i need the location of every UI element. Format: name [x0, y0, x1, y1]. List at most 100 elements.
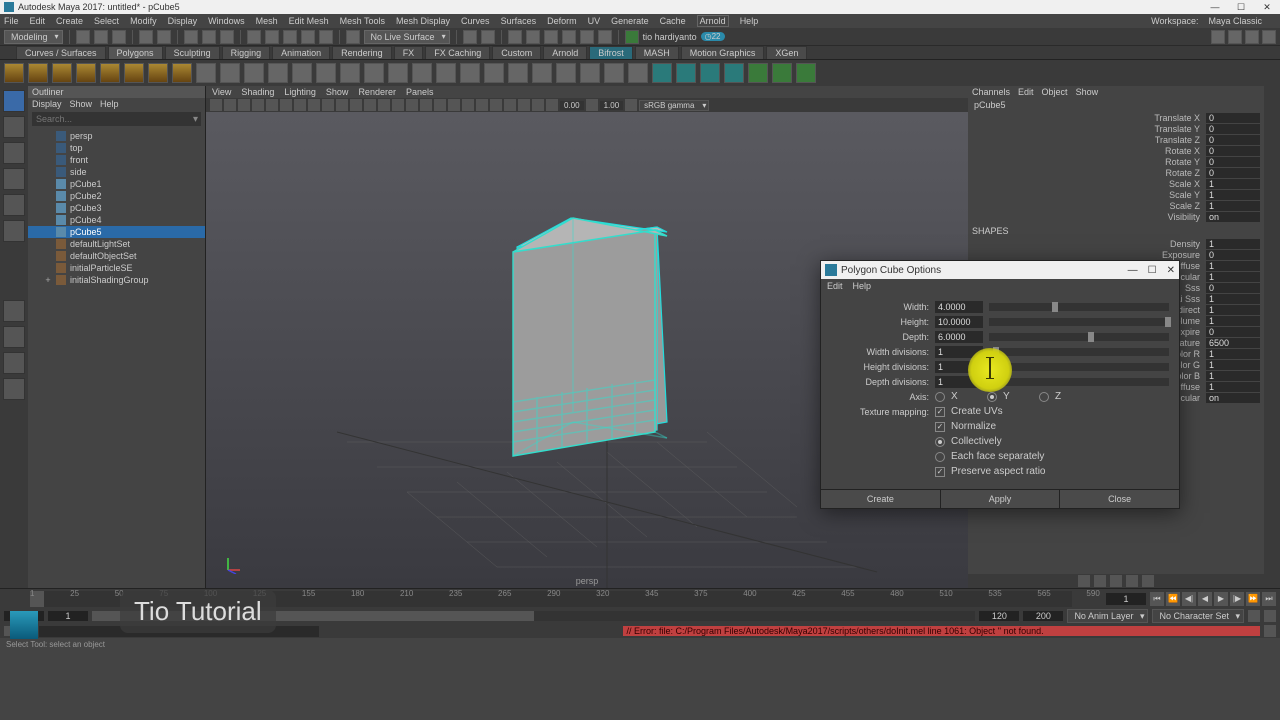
range-end-field[interactable]: 120: [979, 611, 1019, 621]
new-scene-icon[interactable]: [76, 30, 90, 44]
menu-arnold[interactable]: Arnold: [697, 15, 729, 27]
extrude-icon[interactable]: [388, 63, 408, 83]
axis-y-radio[interactable]: [987, 392, 997, 402]
outliner-item-initialParticleSE[interactable]: initialParticleSE: [28, 262, 205, 274]
poly-disc-icon[interactable]: [148, 63, 168, 83]
tab-custom[interactable]: Custom: [492, 46, 541, 59]
vp-2d-icon[interactable]: [266, 99, 278, 111]
outliner-item-pCube1[interactable]: pCube1: [28, 178, 205, 190]
vp-dof-icon[interactable]: [490, 99, 502, 111]
channel-rotate-z[interactable]: Rotate Z0: [972, 167, 1260, 178]
current-frame-field[interactable]: 1: [1106, 593, 1146, 605]
menu-file[interactable]: File: [4, 16, 19, 26]
hdiv-slider[interactable]: [989, 363, 1169, 371]
vp-colorspace-dropdown[interactable]: sRGB gamma: [639, 100, 709, 111]
layout-persp-icon[interactable]: [3, 352, 25, 374]
menu-mesh[interactable]: Mesh: [256, 16, 278, 26]
anim-layer-dropdown[interactable]: No Anim Layer: [1067, 609, 1148, 623]
wdiv-slider[interactable]: [989, 348, 1169, 356]
outliner-search[interactable]: [32, 112, 201, 126]
bevel-icon[interactable]: [436, 63, 456, 83]
channel-scale-z[interactable]: Scale Z1: [972, 200, 1260, 211]
uv-3-icon[interactable]: [796, 63, 816, 83]
character-set-dropdown[interactable]: No Character Set: [1152, 609, 1244, 623]
ipr-icon[interactable]: [526, 30, 540, 44]
shelf-menu-icon[interactable]: [4, 48, 14, 58]
height-field[interactable]: 10.0000: [935, 316, 983, 328]
tab-motiongraphics[interactable]: Motion Graphics: [681, 46, 765, 59]
target-weld-icon[interactable]: [484, 63, 504, 83]
poly-svg-icon[interactable]: [220, 63, 240, 83]
live-surface-dropdown[interactable]: No Live Surface: [364, 30, 450, 44]
mirror-icon[interactable]: [580, 63, 600, 83]
vp-xray-icon[interactable]: [462, 99, 474, 111]
layout-four-icon[interactable]: [3, 326, 25, 348]
close-button[interactable]: ✕: [1258, 2, 1276, 13]
tab-xgen[interactable]: XGen: [766, 46, 807, 59]
outliner-item-front[interactable]: front: [28, 154, 205, 166]
vp-safe-title-icon[interactable]: [364, 99, 376, 111]
outliner-item-pCube5[interactable]: pCube5: [28, 226, 205, 238]
normalize-check[interactable]: [935, 422, 945, 432]
range-total-field[interactable]: 200: [1023, 611, 1063, 621]
channel-scale-y[interactable]: Scale Y1: [972, 189, 1260, 200]
vp-film-gate-icon[interactable]: [294, 99, 306, 111]
create-button[interactable]: Create: [821, 490, 941, 508]
vp-safe-action-icon[interactable]: [350, 99, 362, 111]
tab-animation[interactable]: Animation: [272, 46, 330, 59]
tab-polygons[interactable]: Polygons: [108, 46, 163, 59]
dialog-minimize-button[interactable]: —: [1128, 265, 1138, 276]
outliner-item-defaultLightSet[interactable]: defaultLightSet: [28, 238, 205, 250]
render-view-icon[interactable]: [580, 30, 594, 44]
next-key-button[interactable]: |▶: [1230, 592, 1244, 606]
open-scene-icon[interactable]: [94, 30, 108, 44]
layer-tab-1-icon[interactable]: [1078, 575, 1090, 587]
eachface-radio[interactable]: [935, 452, 945, 462]
vp-menu-show[interactable]: Show: [326, 87, 349, 97]
snap-live-icon[interactable]: [319, 30, 333, 44]
snap-point-icon[interactable]: [283, 30, 297, 44]
outliner-item-defaultObjectSet[interactable]: defaultObjectSet: [28, 250, 205, 262]
combine-icon[interactable]: [268, 63, 288, 83]
construction-history-icon[interactable]: [481, 30, 495, 44]
last-tool[interactable]: [3, 220, 25, 242]
outliner-search-input[interactable]: [36, 114, 197, 124]
dialog-titlebar[interactable]: Polygon Cube Options — ☐ ✕: [821, 261, 1179, 279]
hdiv-field[interactable]: 1: [935, 361, 983, 373]
menu-display[interactable]: Display: [168, 16, 198, 26]
minimize-button[interactable]: —: [1206, 2, 1224, 13]
boolean-inter-icon[interactable]: [364, 63, 384, 83]
snap-curve-icon[interactable]: [265, 30, 279, 44]
go-start-button[interactable]: ⏮: [1150, 592, 1164, 606]
menu-editmesh[interactable]: Edit Mesh: [289, 16, 329, 26]
history-icon[interactable]: [463, 30, 477, 44]
outliner-item-pCube4[interactable]: pCube4: [28, 214, 205, 226]
range-start2-field[interactable]: 1: [48, 611, 88, 621]
sculpt-1-icon[interactable]: [652, 63, 672, 83]
separate-icon[interactable]: [292, 63, 312, 83]
rotate-tool[interactable]: [3, 168, 25, 190]
outliner-item-top[interactable]: top: [28, 142, 205, 154]
height-slider[interactable]: [989, 318, 1169, 326]
channel-rotate-x[interactable]: Rotate X0: [972, 145, 1260, 156]
menu-select[interactable]: Select: [94, 16, 119, 26]
vp-ao-icon[interactable]: [518, 99, 530, 111]
poly-cylinder-icon[interactable]: [52, 63, 72, 83]
outliner-item-initialShadingGroup[interactable]: +initialShadingGroup: [28, 274, 205, 286]
layer-tab-2-icon[interactable]: [1094, 575, 1106, 587]
outliner-item-pCube2[interactable]: pCube2: [28, 190, 205, 202]
layer-tab-4-icon[interactable]: [1126, 575, 1138, 587]
hypershade-icon[interactable]: [562, 30, 576, 44]
tab-bifrost[interactable]: Bifrost: [589, 46, 633, 59]
ddiv-slider[interactable]: [989, 378, 1169, 386]
redo-icon[interactable]: [157, 30, 171, 44]
channel-node-name[interactable]: pCube5: [968, 98, 1264, 112]
outliner-menu-show[interactable]: Show: [70, 99, 93, 109]
mode-dropdown[interactable]: Modeling: [4, 30, 63, 44]
vp-menu-shading[interactable]: Shading: [241, 87, 274, 97]
vp-shaded-icon[interactable]: [392, 99, 404, 111]
layout-single-icon[interactable]: [3, 300, 25, 322]
connect-icon[interactable]: [508, 63, 528, 83]
menu-meshdisplay[interactable]: Mesh Display: [396, 16, 450, 26]
vp-shadows-icon[interactable]: [434, 99, 446, 111]
